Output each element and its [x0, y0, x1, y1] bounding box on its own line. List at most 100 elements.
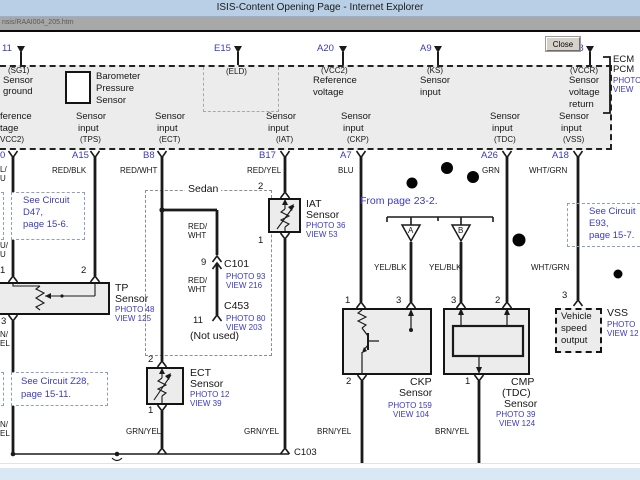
see-circuit-d47-line1[interactable]: See Circuit — [23, 196, 69, 206]
fn-ks-line1: Sensor — [420, 76, 450, 86]
ect-pin1: 1 — [148, 406, 153, 416]
cmp-wire-top-label: YEL/BLK — [429, 264, 461, 272]
tp-sensor-box — [0, 282, 110, 315]
pin-label-9: 9 — [201, 258, 206, 268]
see-circuit-e93-line3[interactable]: page 15-7. — [589, 231, 634, 241]
fn-sg1-line1: Sensor — [3, 76, 33, 86]
vss-view-link[interactable]: VIEW 12 — [607, 330, 639, 338]
iat-name-1: IAT — [306, 199, 322, 210]
cmp-name-1: CMP — [511, 377, 534, 388]
iat-view-link[interactable]: VIEW 53 — [306, 231, 338, 239]
cmp-view-link[interactable]: VIEW 124 — [499, 420, 535, 428]
vss-photo-link[interactable]: PHOTO — [607, 321, 635, 329]
title-bar: ISIS-Content Opening Page - Internet Exp… — [0, 0, 640, 17]
c101-photo-link[interactable]: PHOTO 93 — [226, 273, 265, 281]
pin-label-b8: B8 — [143, 151, 155, 161]
tp-pin3: 3 — [1, 317, 6, 327]
sedan-wire2-line1: RED/ — [188, 277, 207, 285]
cmp-name-3: Sensor — [504, 399, 537, 410]
see-circuit-z28-line1[interactable]: See Circuit Z28, — [21, 377, 89, 387]
pin-label-e15: E15 — [214, 44, 231, 54]
sedan-wire2-line2: WHT — [188, 286, 206, 294]
fn-ks-line2: input — [420, 88, 441, 98]
vss-box-line1: Vehicle — [561, 312, 592, 322]
wire-label-red-blk: RED/BLK — [52, 167, 86, 175]
fn-ks-code: (KS) — [427, 67, 443, 75]
iat-name-2: Sensor — [306, 210, 339, 221]
fn-vccr-line1: Sensor — [569, 76, 599, 86]
fn-vccr-line2: voltage — [569, 88, 600, 98]
tp-name-2: Sensor — [115, 294, 148, 305]
sedan-label: Sedan — [185, 184, 221, 195]
vss-box-line2: speed — [561, 324, 587, 334]
tp-grnyel-cut1a: N/ — [0, 331, 8, 339]
top-terminal-pins — [17, 46, 594, 65]
see-circuit-z28-line2[interactable]: page 15-11. — [21, 390, 71, 400]
ckp-view-link[interactable]: VIEW 104 — [393, 411, 429, 419]
pin-label-11b: 11 — [193, 316, 203, 326]
cmp-pin2: 2 — [495, 296, 500, 306]
pin-label-0: 0 — [0, 151, 5, 161]
ect-wire-label: GRN/YEL — [126, 428, 161, 436]
ckp-pin3: 3 — [396, 296, 401, 306]
wire-label-grn: GRN — [482, 167, 500, 175]
ect-photo-link[interactable]: PHOTO 12 — [190, 391, 229, 399]
vss-wire-label: WHT/GRN — [531, 264, 569, 272]
pin-label-a9: A9 — [420, 44, 432, 54]
ect-name-2: Sensor — [190, 379, 223, 390]
fn-refcut-line2: tage — [0, 124, 19, 134]
from-page-ref[interactable]: From page 23-2. — [360, 196, 438, 207]
fn-refcut-line1: ference — [0, 112, 32, 122]
see-circuit-d47-line3[interactable]: page 15-6. — [23, 220, 68, 230]
ect-pin2: 2 — [148, 355, 153, 365]
c453-photo-link[interactable]: PHOTO 80 — [226, 315, 265, 323]
tp-photo-link[interactable]: PHOTO 48 — [115, 306, 154, 314]
cmp-wire-bottom-label: BRN/YEL — [435, 428, 469, 436]
c101-view-link[interactable]: VIEW 216 — [226, 282, 262, 290]
fn-vcc2-line1: Reference — [313, 76, 357, 86]
ckp-pin2: 2 — [346, 377, 351, 387]
fn-ckp-line1: Sensor — [341, 112, 371, 122]
fn-iat-line1: Sensor — [266, 112, 296, 122]
address-bar[interactable]: nsis/RAAI004_205.htm — [0, 17, 640, 30]
fn-ckp-line2: input — [343, 124, 364, 134]
ect-sensor-box — [146, 367, 184, 405]
cmp-pin1: 1 — [465, 377, 470, 387]
cmp-name-2: (TDC) — [502, 388, 531, 399]
see-circuit-d47-line2[interactable]: D47, — [23, 208, 43, 218]
fn-ect-line1: Sensor — [155, 112, 185, 122]
tp-view-link[interactable]: VIEW 125 — [115, 315, 151, 323]
see-circuit-e93-line2[interactable]: E93, — [589, 219, 609, 229]
wire-label-blu: BLU — [338, 167, 354, 175]
ecm-photo-link[interactable]: PHOTO — [613, 77, 640, 85]
barometer-label2: Pressure — [96, 84, 134, 94]
ckp-photo-link[interactable]: PHOTO 159 — [388, 402, 432, 410]
tp-grnyel-cut1b: EL — [0, 340, 10, 348]
tp-pin2: 2 — [81, 266, 86, 276]
fn-sg1-line2: ground — [3, 87, 33, 97]
tp-grnyel-cut2a: N/ — [0, 421, 8, 429]
edge-cut-ref-box-bottom — [0, 372, 4, 406]
connector-c453: C453 — [224, 301, 249, 312]
ecm-view-link[interactable]: VIEW — [613, 86, 633, 94]
fn-tps-code: (TPS) — [80, 136, 101, 144]
tp-grnyel-cut2b: EL — [0, 430, 10, 438]
close-button[interactable]: Close — [546, 37, 580, 51]
iat-wire-label: GRN/YEL — [244, 428, 279, 436]
triangle-letter-a: A — [408, 227, 413, 235]
vss-name: VSS — [607, 308, 628, 319]
iat-sensor-box — [268, 198, 301, 233]
ect-view-link[interactable]: VIEW 39 — [190, 400, 222, 408]
sedan-wire1-line2: WHT — [188, 232, 206, 240]
barometer-label1: Barometer — [96, 72, 140, 82]
iat-photo-link[interactable]: PHOTO 36 — [306, 222, 345, 230]
ckp-name-2: Sensor — [399, 388, 432, 399]
fn-iat-line2: input — [268, 124, 289, 134]
cmp-photo-link[interactable]: PHOTO 39 — [496, 411, 535, 419]
see-circuit-e93-line1[interactable]: See Circuit — [589, 207, 635, 217]
ckp-sensor-box — [342, 308, 432, 375]
c103-ground-line — [11, 448, 290, 461]
fn-sg1-code: (SG1) — [8, 67, 29, 75]
app-window: ISIS-Content Opening Page - Internet Exp… — [0, 0, 640, 480]
wire-label-red-wht: RED/WHT — [120, 167, 157, 175]
